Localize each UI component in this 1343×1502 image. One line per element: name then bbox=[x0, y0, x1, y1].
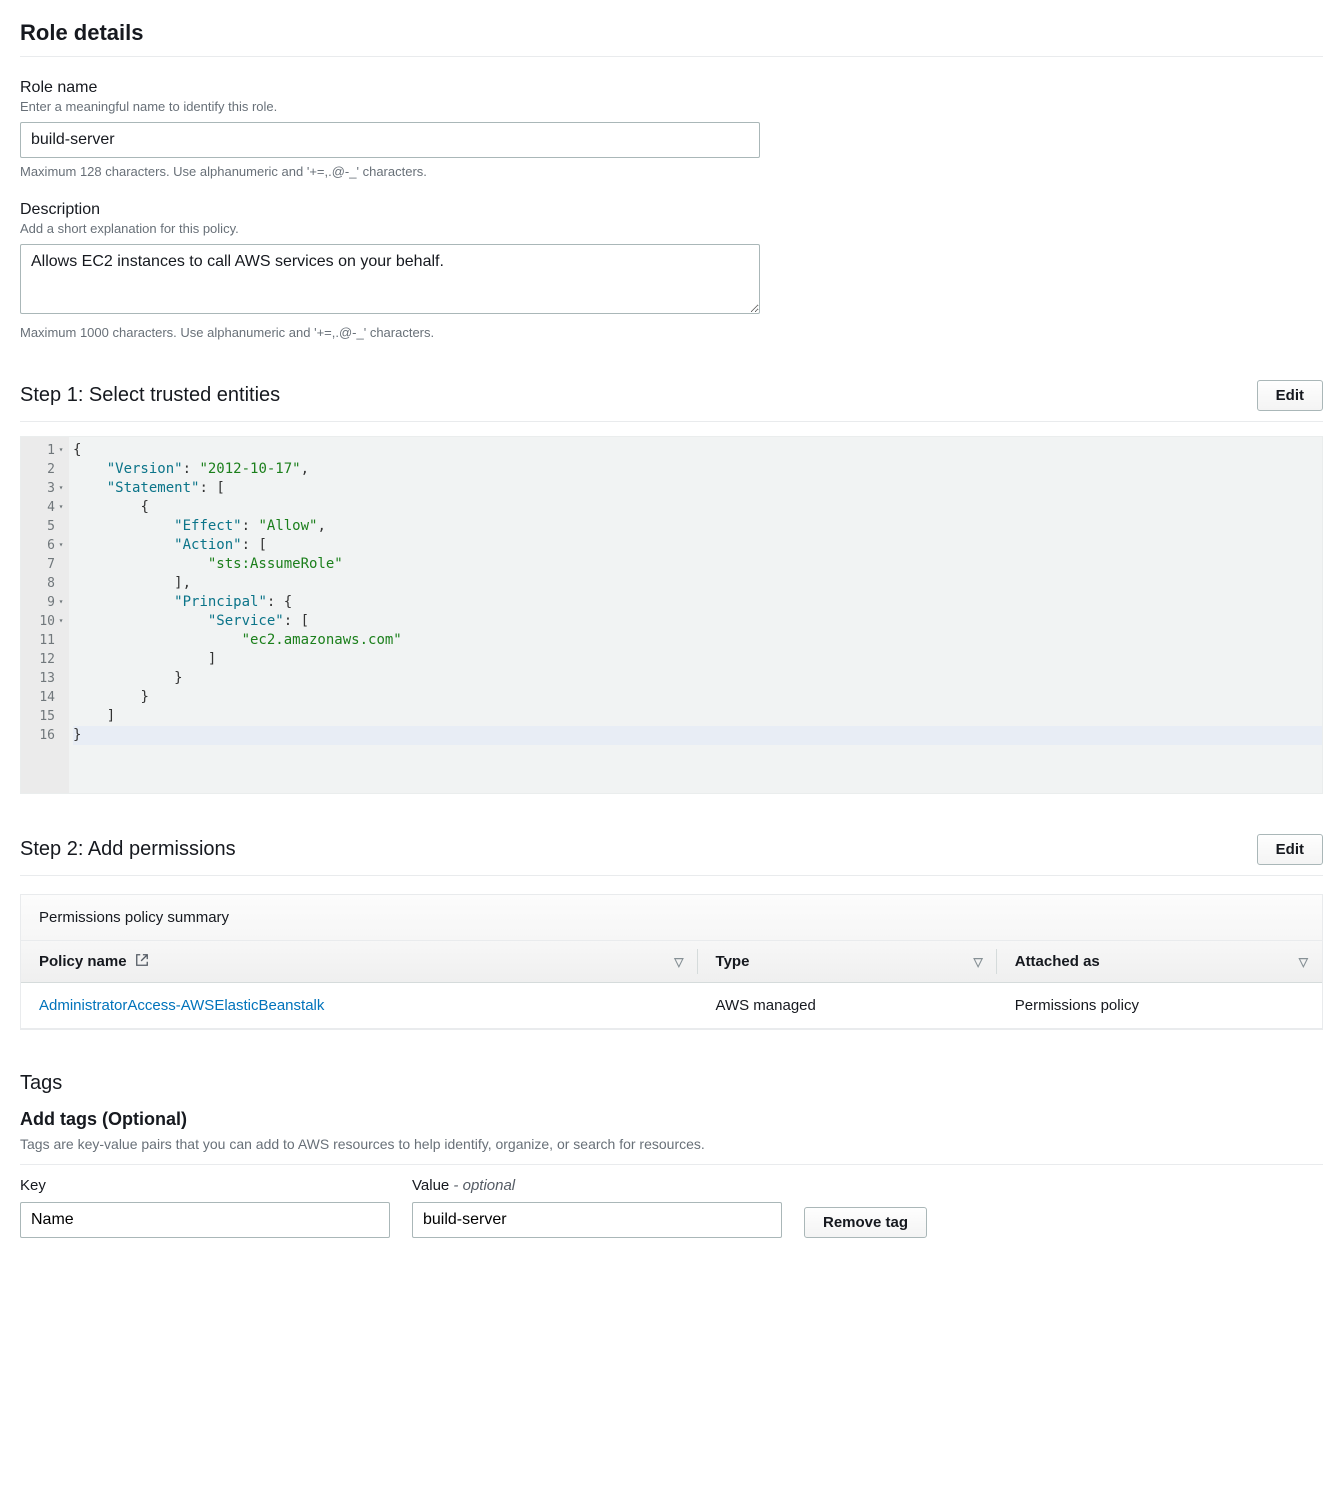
tag-key-label: Key bbox=[20, 1177, 390, 1194]
description-textarea[interactable] bbox=[20, 244, 760, 314]
description-hint: Add a short explanation for this policy. bbox=[20, 221, 1323, 236]
step2-title: Step 2: Add permissions bbox=[20, 838, 236, 861]
role-name-hint: Enter a meaningful name to identify this… bbox=[20, 99, 1323, 114]
table-row: AdministratorAccess-AWSElasticBeanstalk … bbox=[21, 983, 1322, 1029]
col-type[interactable]: Type ▽ bbox=[698, 941, 997, 983]
tag-value-label: Value - optional bbox=[412, 1177, 782, 1194]
description-constraint: Maximum 1000 characters. Use alphanumeri… bbox=[20, 325, 1323, 340]
sort-icon: ▽ bbox=[974, 955, 983, 969]
col-policy-name[interactable]: Policy name ▽ bbox=[21, 941, 698, 983]
col-attached-as[interactable]: Attached as ▽ bbox=[997, 941, 1322, 983]
role-name-label: Role name bbox=[20, 79, 1323, 97]
step1-edit-button[interactable]: Edit bbox=[1257, 380, 1323, 411]
policy-type: AWS managed bbox=[698, 983, 997, 1029]
code-gutter: 1▾23▾4▾56▾789▾10▾111213141516 bbox=[21, 437, 69, 793]
tag-key-input[interactable] bbox=[20, 1202, 390, 1238]
step2-edit-button[interactable]: Edit bbox=[1257, 834, 1323, 865]
role-name-constraint: Maximum 128 characters. Use alphanumeric… bbox=[20, 164, 1323, 179]
tags-hint: Tags are key-value pairs that you can ad… bbox=[20, 1136, 1323, 1165]
code-body: { "Version": "2012-10-17", "Statement": … bbox=[69, 437, 1322, 793]
permissions-panel: Permissions policy summary Policy name ▽… bbox=[20, 894, 1323, 1030]
tags-title: Tags bbox=[20, 1072, 1323, 1095]
policy-name-link[interactable]: AdministratorAccess-AWSElasticBeanstalk bbox=[39, 997, 324, 1014]
external-link-icon bbox=[135, 953, 149, 967]
step1-title: Step 1: Select trusted entities bbox=[20, 384, 280, 407]
role-name-input[interactable] bbox=[20, 122, 760, 158]
sort-icon: ▽ bbox=[1299, 955, 1308, 969]
permissions-panel-title: Permissions policy summary bbox=[21, 895, 1322, 941]
remove-tag-button[interactable]: Remove tag bbox=[804, 1207, 927, 1238]
page-title: Role details bbox=[20, 20, 1323, 57]
policy-attached-as: Permissions policy bbox=[997, 983, 1322, 1029]
sort-icon: ▽ bbox=[674, 955, 683, 969]
tag-value-input[interactable] bbox=[412, 1202, 782, 1238]
permissions-table: Policy name ▽ Type ▽ Attached as ▽ Admin… bbox=[21, 941, 1322, 1029]
description-label: Description bbox=[20, 201, 1323, 219]
add-tags-title: Add tags (Optional) bbox=[20, 1109, 1323, 1130]
trust-policy-editor[interactable]: 1▾23▾4▾56▾789▾10▾111213141516 { "Version… bbox=[20, 436, 1323, 794]
